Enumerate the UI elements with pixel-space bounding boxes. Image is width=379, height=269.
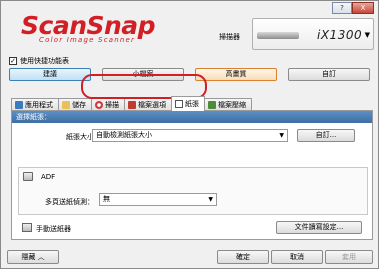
bottom-bar: 隱藏 ︿ 確定 取消 套用 [1, 247, 378, 268]
file-icon [128, 101, 136, 109]
scan-icon [95, 101, 103, 109]
paper-size-value: 自動檢測紙張大小 [96, 131, 152, 139]
profile-recommended-button[interactable]: 建議 [9, 68, 91, 81]
compress-icon [208, 101, 216, 109]
paper-settings-panel: 選擇紙張： 紙張大小： 自動檢測紙張大小 ▼ 自訂... ADF 多頁送紙偵測：… [11, 110, 373, 240]
close-button[interactable]: X [352, 2, 374, 14]
custom-size-button[interactable]: 自訂... [297, 129, 355, 142]
profile-custom-button[interactable]: 自訂 [288, 68, 370, 81]
folder-icon [62, 101, 70, 109]
chevron-down-icon: ▼ [279, 132, 284, 139]
scanner-image-icon [257, 32, 299, 39]
multifeed-select[interactable]: 無 ▼ [99, 193, 217, 206]
chevron-down-icon: ▼ [364, 31, 370, 39]
paper-icon [175, 100, 183, 108]
scansnap-logo: ScanSnap Color Image Scanner [21, 11, 156, 44]
adf-label: ADF [41, 173, 56, 181]
quick-menu-checkbox-row[interactable]: ✓ 使用快捷功能表 [9, 56, 69, 66]
scanner-select[interactable]: iX1300 ▼ [252, 18, 374, 50]
multifeed-value: 無 [103, 195, 110, 203]
scanner-label: 掃描器 [219, 33, 240, 41]
title-controls: ? X [332, 2, 374, 14]
apply-button[interactable]: 套用 [325, 250, 373, 264]
manual-feeder-icon [22, 223, 32, 232]
help-button[interactable]: ? [332, 2, 352, 14]
adf-section: ADF 多頁送紙偵測： 無 ▼ [18, 167, 368, 215]
multifeed-label: 多頁送紙偵測： [45, 198, 94, 206]
cancel-button[interactable]: 取消 [271, 250, 323, 264]
paper-size-select[interactable]: 自動檢測紙張大小 ▼ [92, 129, 288, 142]
chevron-down-icon: ▼ [208, 196, 213, 203]
manual-feeder-label: 手動送紙器 [36, 225, 71, 233]
manual-feeder-section: 手動送紙器 文件讀寫設定... [18, 219, 368, 237]
chevron-up-icon: ︿ [37, 253, 45, 261]
quick-menu-checkbox[interactable]: ✓ [9, 57, 17, 65]
adf-scanner-icon [23, 172, 33, 181]
quick-menu-label: 使用快捷功能表 [20, 57, 69, 65]
select-paper-header: 選擇紙張： [12, 111, 372, 123]
scansnap-setting-window: ? X ScanSnap Color Image Scanner 掃描器 iX1… [0, 0, 379, 269]
hide-button[interactable]: 隱藏 ︿ [7, 250, 59, 264]
tab-paper[interactable]: 紙張 [171, 96, 205, 111]
document-setting-button[interactable]: 文件讀寫設定... [276, 221, 362, 234]
app-icon [15, 101, 23, 109]
profile-high-quality-button[interactable]: 高畫質 [195, 68, 277, 81]
ok-button[interactable]: 確定 [217, 250, 269, 264]
scanner-model: iX1300 [317, 28, 363, 42]
